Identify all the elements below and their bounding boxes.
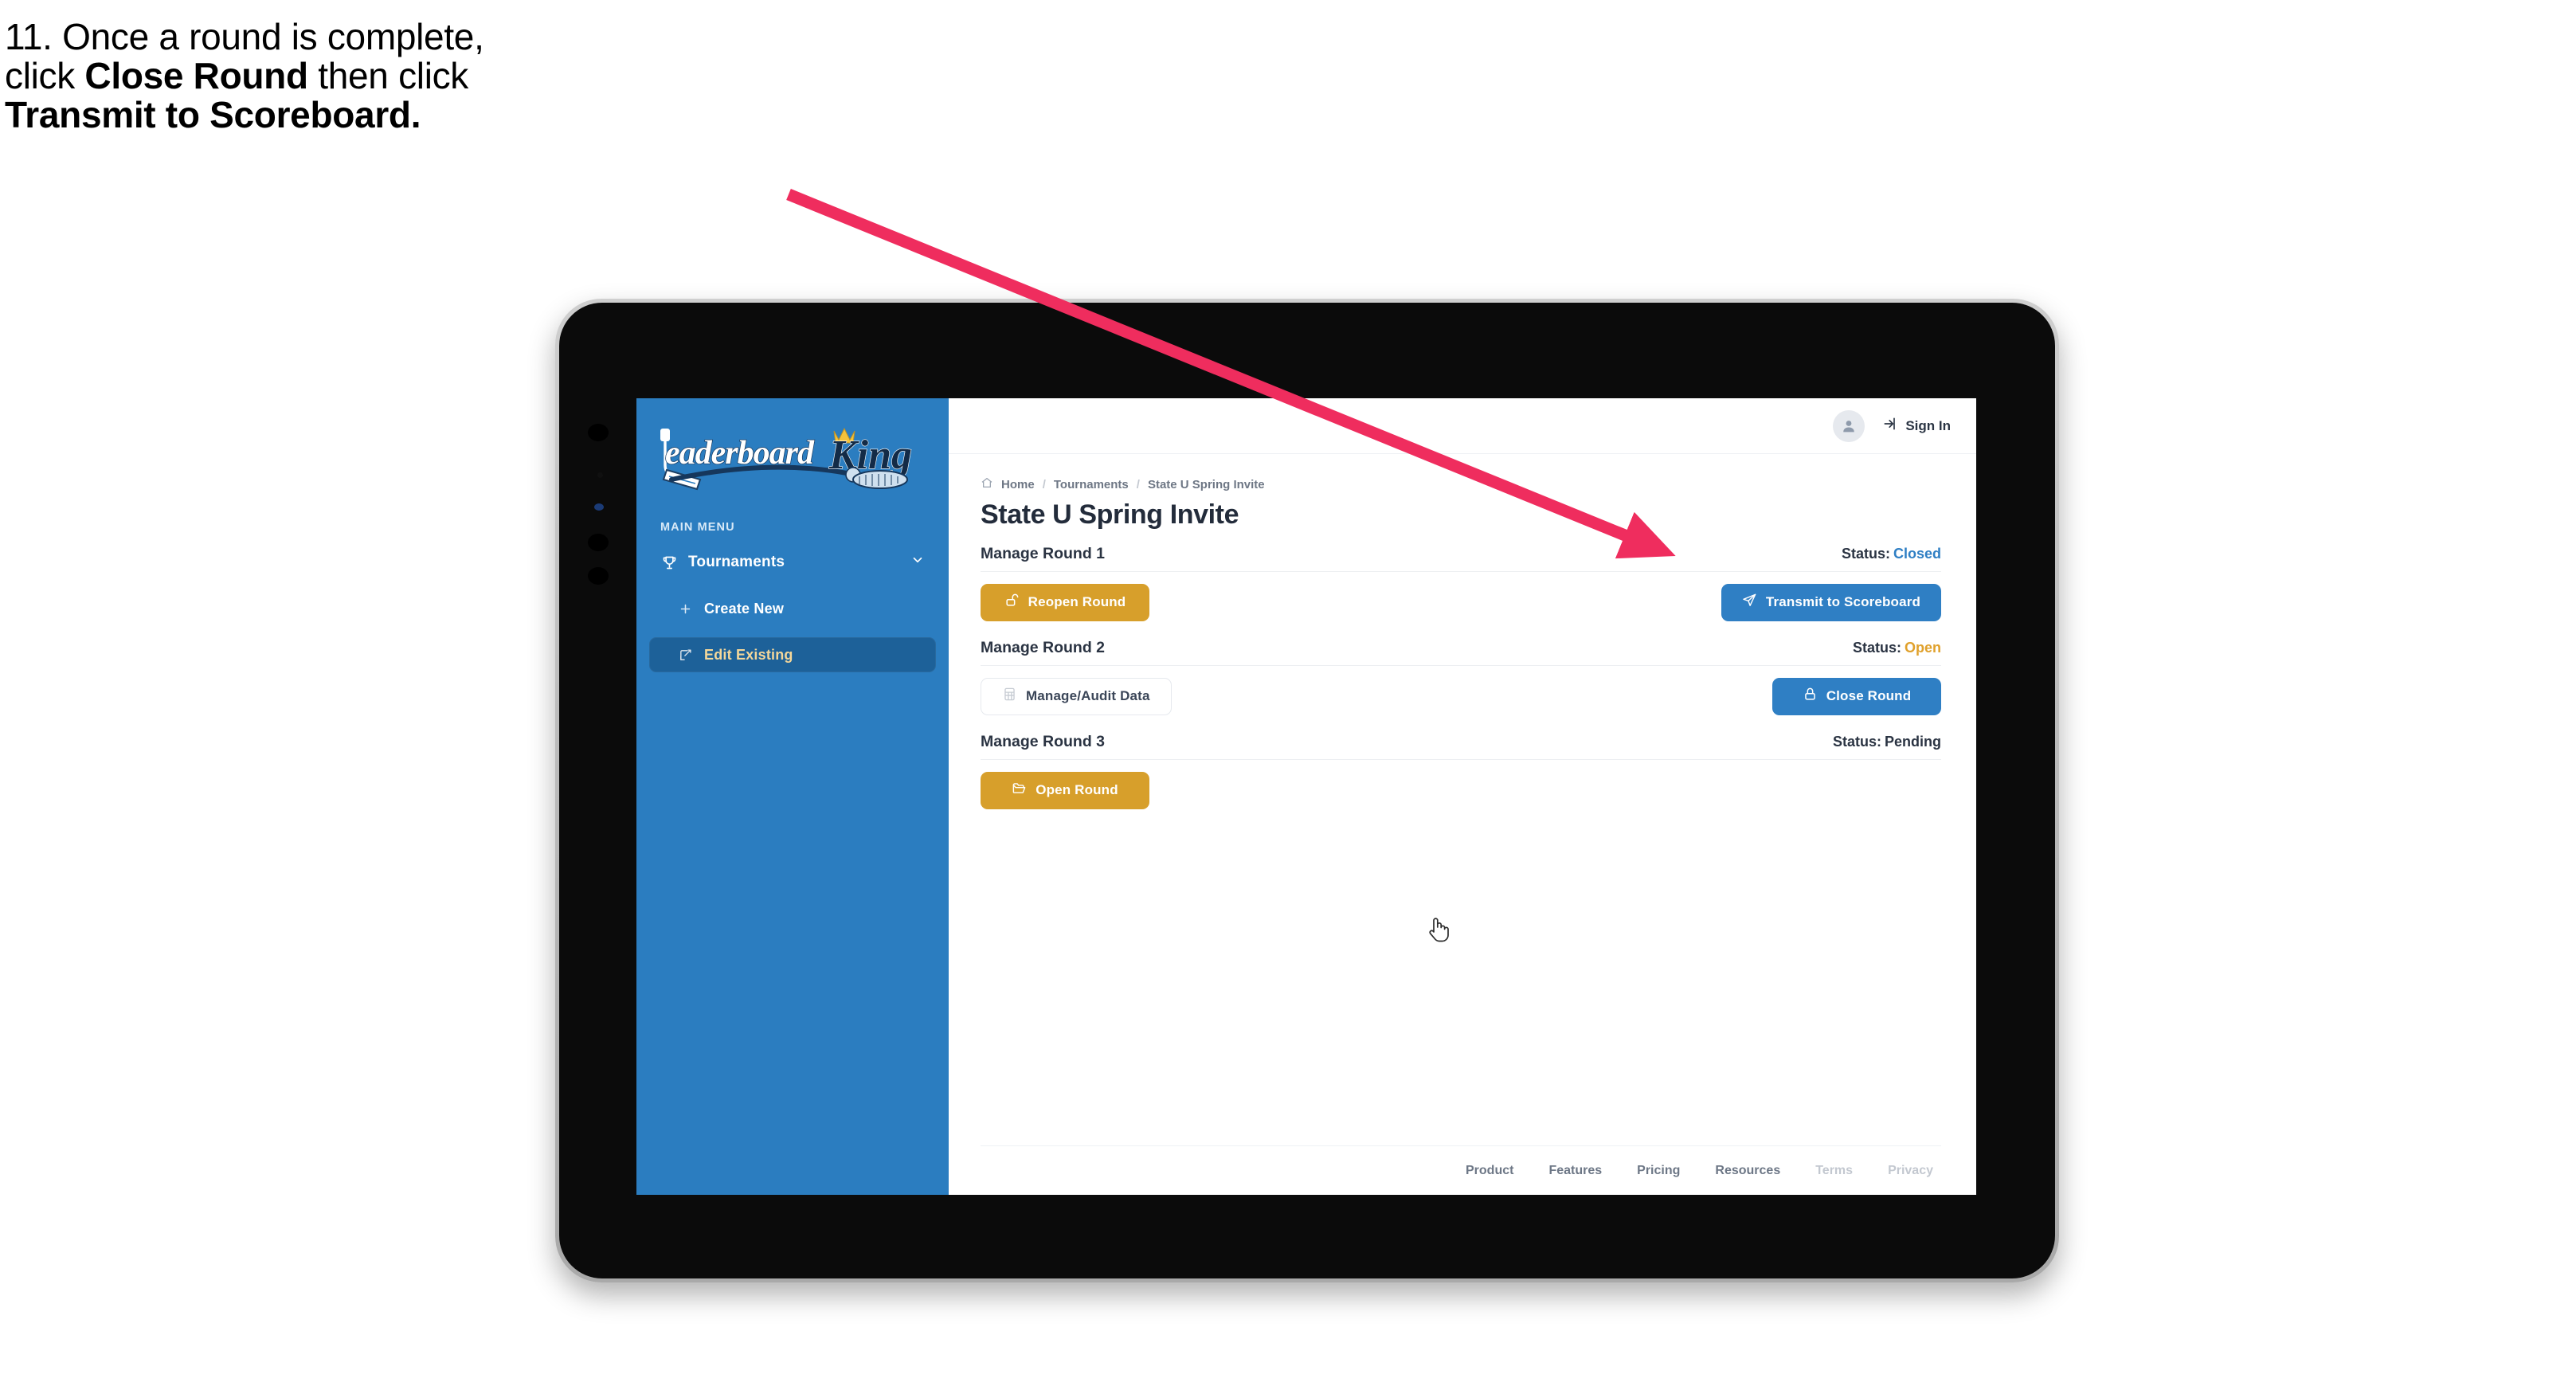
screenshot-root: 11. Once a round is complete, click Clos…	[0, 0, 2576, 1386]
app-topbar: Sign In	[949, 398, 1976, 454]
edit-square-icon	[676, 648, 694, 662]
round-2-status: Status: Open	[1853, 640, 1941, 656]
instruction-caption: 11. Once a round is complete, click Clos…	[5, 18, 849, 134]
reopen-round-label: Reopen Round	[1028, 594, 1126, 609]
breadcrumb-separator: /	[1042, 477, 1046, 491]
close-round-label: Close Round	[1826, 688, 1912, 703]
unlock-icon	[1004, 593, 1020, 612]
caption-line-2-suffix: then click	[307, 54, 469, 96]
round-3-header: Manage Round 3 Status: Pending	[981, 733, 1941, 760]
round-3-status: Status: Pending	[1833, 734, 1941, 750]
breadcrumb-item-tournaments[interactable]: Tournaments	[1054, 478, 1129, 491]
folder-open-icon	[1012, 781, 1027, 800]
close-round-button[interactable]: Close Round	[1772, 677, 1941, 715]
leaderboard-king-logo-icon: eaderboard King	[660, 427, 913, 491]
caption-line-1: 11. Once a round is complete,	[5, 16, 484, 57]
app-screen: eaderboard King MAIN MENU Tournaments Cr…	[636, 398, 1976, 1195]
tablet-sensor-icon	[597, 472, 603, 478]
breadcrumb-item-home[interactable]: Home	[1001, 478, 1035, 491]
tablet-microphone-dot-icon	[588, 567, 609, 585]
app-logo[interactable]: eaderboard King	[648, 424, 918, 497]
round-section-3: Manage Round 3 Status: Pending Open Roun…	[981, 733, 1941, 809]
transmit-to-scoreboard-button[interactable]: Transmit to Scoreboard	[1721, 583, 1941, 621]
round-section-1: Manage Round 1 Status: Closed Reopen Rou…	[981, 545, 1941, 621]
breadcrumb-separator: /	[1136, 477, 1140, 491]
footer-link-pricing[interactable]: Pricing	[1637, 1164, 1680, 1178]
avatar[interactable]	[1833, 409, 1865, 442]
sign-in-button[interactable]: Sign In	[1882, 416, 1951, 436]
sign-in-label: Sign In	[1905, 417, 1951, 433]
footer-link-terms[interactable]: Terms	[1815, 1164, 1853, 1178]
round-2-actions: Manage/Audit Data Close Round	[981, 677, 1941, 715]
manage-audit-data-button[interactable]: Manage/Audit Data	[981, 677, 1172, 715]
user-avatar-icon	[1843, 420, 1855, 432]
page-content: Home / Tournaments / State U Spring Invi…	[949, 454, 1976, 1195]
lock-icon	[1803, 687, 1818, 706]
caption-transmit-emphasis: Transmit to Scoreboard.	[5, 93, 421, 135]
footer-link-resources[interactable]: Resources	[1715, 1164, 1780, 1178]
round-1-actions: Reopen Round Transmit to Scoreboard	[981, 583, 1941, 621]
round-section-2: Manage Round 2 Status: Open Manage/Audit…	[981, 639, 1941, 715]
table-grid-icon	[1002, 687, 1017, 706]
sidebar-item-create-new-label: Create New	[704, 600, 785, 617]
round-3-status-label: Status:	[1832, 734, 1881, 750]
tablet-bezel: eaderboard King MAIN MENU Tournaments Cr…	[559, 303, 2055, 1278]
open-round-label: Open Round	[1035, 782, 1118, 797]
caption-line-3: Transmit to Scoreboard.	[5, 93, 849, 135]
reopen-round-button[interactable]: Reopen Round	[981, 583, 1149, 621]
sign-in-arrow-icon	[1882, 416, 1898, 436]
tablet-camera-icon	[588, 424, 609, 441]
round-3-status-value: Pending	[1885, 734, 1941, 750]
footer-link-features[interactable]: Features	[1548, 1164, 1602, 1178]
page-title: State U Spring Invite	[981, 499, 1239, 530]
main-column: Sign In Home / Tournaments / State U Spr…	[949, 398, 1976, 1195]
round-1-status-label: Status:	[1841, 546, 1890, 562]
sidebar-item-tournaments[interactable]: Tournaments	[649, 545, 936, 580]
svg-text:eaderboard: eaderboard	[665, 435, 815, 472]
round-2-status-label: Status:	[1852, 640, 1901, 656]
sidebar-item-edit-existing-label: Edit Existing	[704, 646, 793, 663]
caption-line-2-prefix: click	[5, 54, 85, 96]
paper-plane-icon	[1742, 593, 1757, 612]
round-2-status-value: Open	[1904, 640, 1941, 656]
tablet-indicator-led-icon	[594, 503, 604, 511]
manage-audit-data-label: Manage/Audit Data	[1026, 688, 1150, 703]
home-icon[interactable]	[981, 476, 993, 492]
round-3-title: Manage Round 3	[981, 733, 1106, 750]
footer-link-product[interactable]: Product	[1466, 1164, 1513, 1178]
sidebar: eaderboard King MAIN MENU Tournaments Cr…	[636, 398, 949, 1195]
app-footer: Product Features Pricing Resources Terms…	[981, 1145, 1941, 1195]
round-1-header: Manage Round 1 Status: Closed	[981, 545, 1941, 572]
round-2-header: Manage Round 2 Status: Open	[981, 639, 1941, 666]
caption-line-2: click Close Round then click	[5, 54, 849, 96]
sidebar-item-edit-existing[interactable]: Edit Existing	[649, 637, 936, 672]
sidebar-section-label: MAIN MENU	[660, 521, 735, 534]
round-3-actions: Open Round	[981, 771, 1941, 809]
sidebar-item-create-new[interactable]: Create New	[649, 591, 936, 626]
sidebar-item-tournaments-label: Tournaments	[688, 554, 785, 570]
transmit-to-scoreboard-label: Transmit to Scoreboard	[1765, 594, 1920, 609]
round-1-status-value: Closed	[1893, 546, 1941, 562]
caption-close-round-emphasis: Close Round	[84, 54, 308, 96]
open-round-button[interactable]: Open Round	[981, 771, 1149, 809]
breadcrumb-item-current: State U Spring Invite	[1147, 477, 1265, 491]
round-2-title: Manage Round 2	[981, 639, 1106, 656]
chevron-down-icon[interactable]	[910, 553, 925, 572]
round-1-status: Status: Closed	[1842, 546, 1941, 562]
round-1-title: Manage Round 1	[981, 545, 1106, 562]
footer-link-privacy[interactable]: Privacy	[1888, 1164, 1933, 1178]
plus-icon	[676, 602, 694, 616]
breadcrumb: Home / Tournaments / State U Spring Invi…	[981, 476, 1941, 492]
trophy-icon	[660, 554, 678, 571]
tablet-device-frame: eaderboard King MAIN MENU Tournaments Cr…	[555, 299, 2059, 1282]
tablet-speaker-dot-icon	[588, 534, 609, 551]
